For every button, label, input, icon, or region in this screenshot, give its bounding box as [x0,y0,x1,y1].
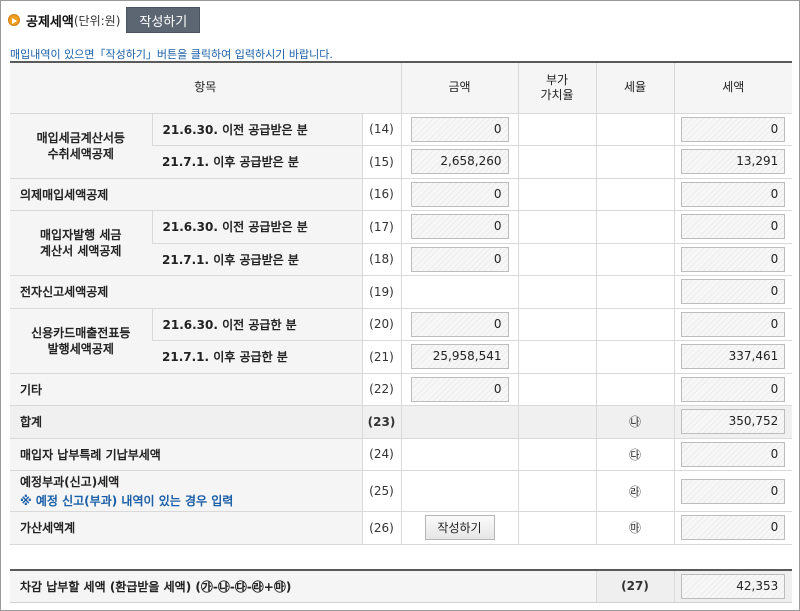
amount-field: 0 [410,376,509,402]
table-row: 전자신고세액공제 (19) 0 [10,275,792,309]
row-label: 21.6.30. 이전 공급받은 분 [151,113,362,146]
final-table: 차감 납부할 세액 (환급받을 세액) (㉮-㉯-㉰-㉱+㉲) (27) 42,… [10,569,792,603]
row-code: (16) [361,178,401,211]
circled-mark: ㉰ [595,438,674,471]
tax-field: 0 [681,478,786,504]
final-label: 차감 납부할 세액 (환급받을 세액) (㉮-㉯-㉰-㉱+㉲) [10,569,596,603]
col-header-item: 항목 [10,61,401,114]
deduction-table: 항목 금액 부가 가치율 세율 세액 매입세금계산서등 수취세액공제 21.6.30… [10,61,792,545]
row-label: 매입자 납부특례 기납부세액 [10,438,362,471]
bullet-arrow-icon [8,14,20,26]
table-header-row: 항목 금액 부가 가치율 세율 세액 [10,61,792,114]
tax-field: 0 [681,214,786,240]
amount-field: 25,958,541 [410,344,509,370]
row-note: ※ 예정 신고(부과) 내역이 있는 경우 입력 [20,494,234,508]
amount-field: 0 [410,181,509,207]
row-label: 예정부과(신고)세액 ※ 예정 신고(부과) 내역이 있는 경우 입력 [10,470,362,512]
row-code: (20) [361,308,401,341]
circled-mark: ㉱ [595,470,674,512]
unit-label: (단위:원) [73,13,121,28]
col-header-tax: 세액 [673,61,792,114]
amount-field: 2,658,260 [410,149,509,175]
col-header-amount: 금액 [400,61,518,114]
row-label: 가산세액계 [10,511,362,545]
amount-field: 0 [410,214,509,240]
row-label: 21.6.30. 이전 공급받은 분 [151,210,362,244]
table-row: 매입세금계산서등 수취세액공제 21.6.30. 이전 공급받은 분 (14) 0… [10,113,792,179]
row-code: (17) [361,210,401,244]
row-code: (23) [361,405,401,439]
row-code: (25) [361,470,401,512]
tax-field: 0 [681,246,786,272]
group-label-purchase-invoice: 매입세금계산서등 수취세액공제 [10,113,152,179]
amount-field: 0 [410,246,509,272]
row-code: (22) [361,373,401,406]
row-code: (19) [361,275,401,309]
notice-text: 매입내역이 있으면「작성하기」버튼을 클릭하여 입력하시기 바랍니다. [10,48,333,61]
tax-field: 0 [681,279,786,305]
circled-mark: ㉲ [595,511,674,545]
table-row: 매입자발행 세금 계산서 세액공제 21.6.30. 이전 공급받은 분 (17)… [10,210,792,276]
row-code: (18) [361,243,401,276]
tax-field: 350,752 [681,409,786,435]
circled-mark: ㉯ [595,405,674,439]
group-label-buyer-issued: 매입자발행 세금 계산서 세액공제 [10,210,152,276]
table-row: 기타 (22) 0 0 [10,373,792,406]
tax-field: 0 [681,376,786,402]
tax-field: 13,291 [681,149,786,175]
table-row: 매입자 납부특례 기납부세액 (24) ㉰ 0 [10,438,792,471]
section-title: 공제세액 [26,14,74,30]
table-row: 의제매입세액공제 (16) 0 0 [10,178,792,211]
col-header-tax-rate: 세율 [595,61,674,114]
tax-field: 0 [681,311,786,337]
penalty-write-button[interactable]: 작성하기 [424,515,495,541]
tax-field: 0 [681,441,786,467]
tax-field: 0 [681,116,786,142]
row-code: (14) [361,113,401,146]
row-label: 21.6.30. 이전 공급한 분 [151,308,362,341]
total-row: 합계 (23) ㉯ 350,752 [10,405,792,439]
row-label: 전자신고세액공제 [10,275,362,309]
table-row: 예정부과(신고)세액 ※ 예정 신고(부과) 내역이 있는 경우 입력 (25)… [10,470,792,512]
tax-field: 0 [681,181,786,207]
table-row: 신용카드매출전표등 발행세액공제 21.6.30. 이전 공급한 분 (20) 0… [10,308,792,374]
row-label: 의제매입세액공제 [10,178,362,211]
row-label: 21.7.1. 이후 공급받은 분 [152,145,362,179]
tax-field: 337,461 [681,344,786,370]
col-header-rate: 부가 가치율 [517,61,596,114]
final-tax-field: 42,353 [681,573,786,599]
row-code: (24) [361,438,401,471]
row-code: (26) [361,511,401,545]
row-label: 21.7.1. 이후 공급받은 분 [152,243,362,276]
section-header: 공제세액 (단위:원) 작성하기 [8,7,201,33]
table-row: 가산세액계 (26) 작성하기 ㉲ 0 [10,511,792,545]
amount-field: 0 [410,116,509,142]
write-button-main[interactable]: 작성하기 [126,7,201,33]
row-label: 기타 [10,373,362,406]
row-code: (21) [361,340,401,374]
tax-field: 0 [681,515,786,541]
final-code: (27) [595,569,674,603]
row-label: 21.7.1. 이후 공급한 분 [152,340,362,374]
row-code: (15) [361,145,401,179]
group-label-credit-card: 신용카드매출전표등 발행세액공제 [10,308,152,374]
row-label: 합계 [10,405,362,439]
final-row: 차감 납부할 세액 (환급받을 세액) (㉮-㉯-㉰-㉱+㉲) (27) 42,… [10,569,792,603]
amount-field: 0 [410,311,509,337]
